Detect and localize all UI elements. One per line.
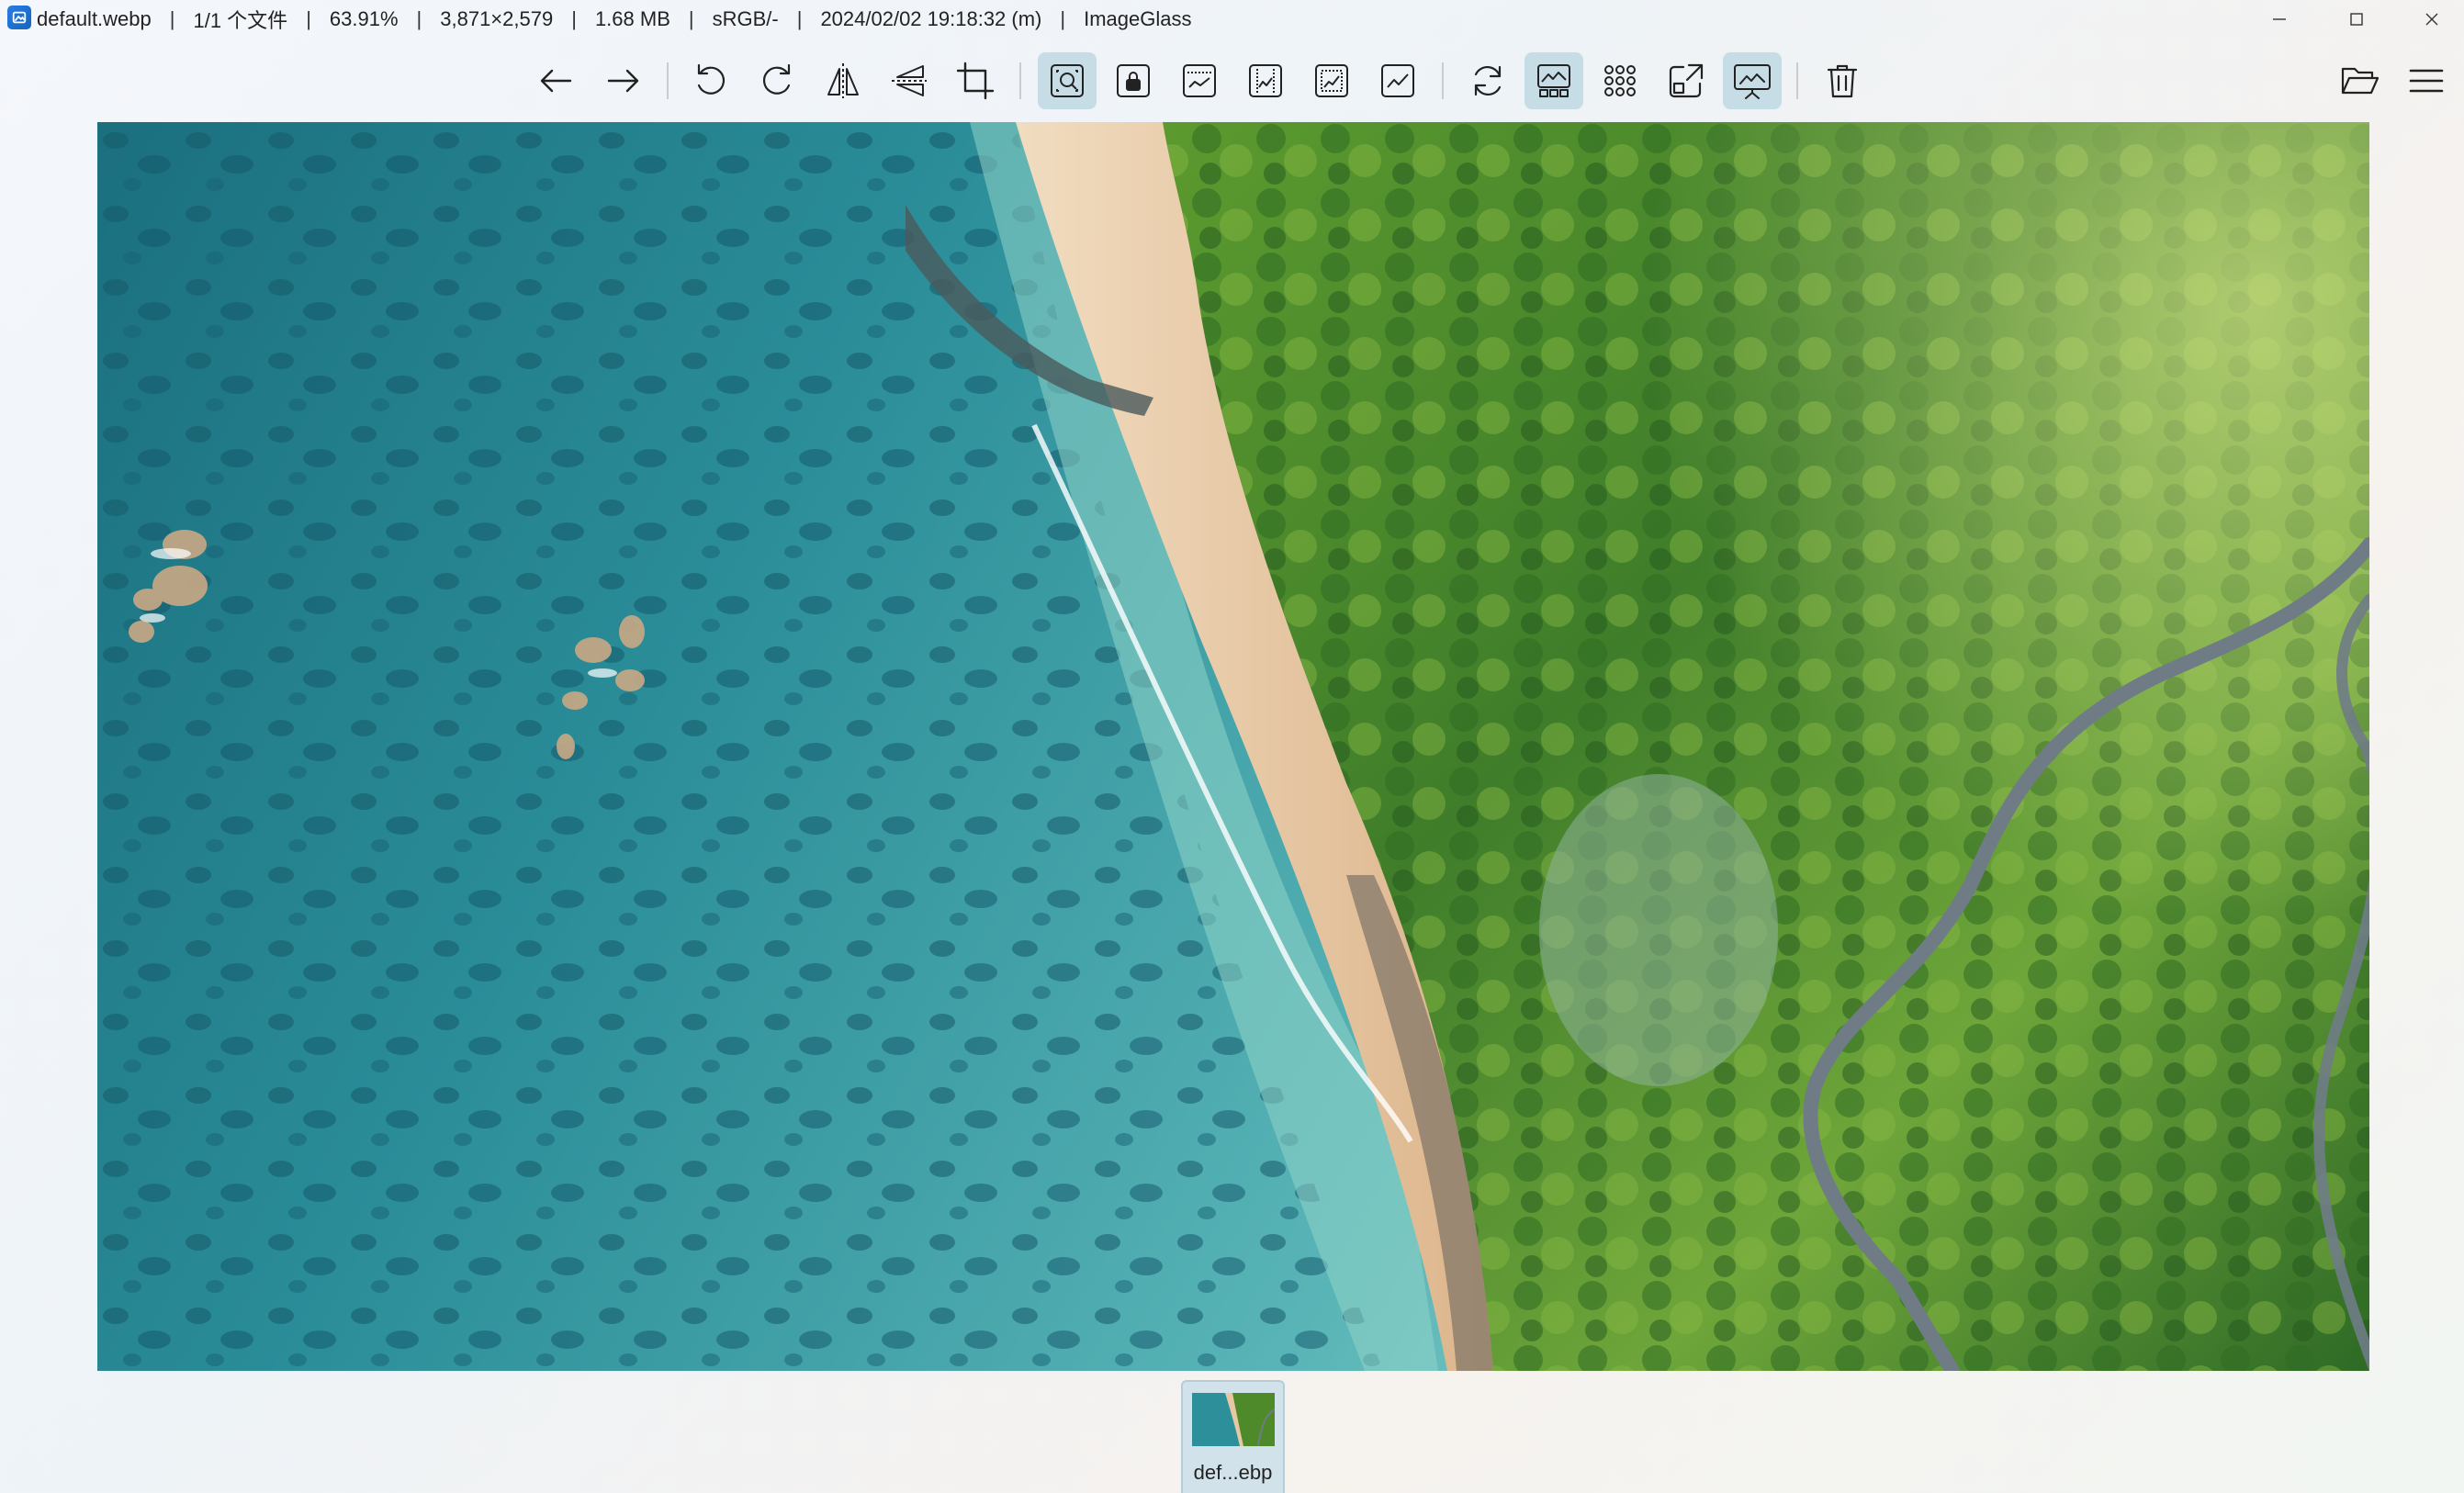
close-icon bbox=[2425, 13, 2438, 26]
toolbar-separator bbox=[1796, 62, 1798, 99]
grid-dots-icon bbox=[1604, 65, 1636, 96]
lock-zoom-button[interactable] bbox=[1104, 52, 1163, 109]
gallery-icon bbox=[1537, 64, 1570, 97]
file-datetime: 2024/02/02 19:18:32 (m) bbox=[820, 7, 1042, 30]
refresh-button[interactable] bbox=[1458, 52, 1517, 109]
slideshow-icon bbox=[1734, 64, 1771, 99]
rotate-left-button[interactable] bbox=[681, 52, 740, 109]
title-separator: | bbox=[571, 7, 577, 30]
scale-to-fill-button[interactable] bbox=[1368, 52, 1427, 109]
delete-button[interactable] bbox=[1813, 52, 1872, 109]
flip-vertical-icon bbox=[892, 65, 927, 96]
full-screen-button[interactable] bbox=[1657, 52, 1716, 109]
thumbnail-item-selected[interactable]: def...ebp bbox=[1181, 1380, 1285, 1493]
scale-to-fit-button[interactable] bbox=[1302, 52, 1361, 109]
fullscreen-icon bbox=[1669, 63, 1704, 98]
scale-width-icon bbox=[1183, 64, 1216, 97]
file-size: 1.68 MB bbox=[594, 7, 670, 30]
title-separator: | bbox=[416, 7, 422, 30]
thumbnail-image bbox=[1192, 1393, 1275, 1446]
toolbar-separator bbox=[1019, 62, 1021, 99]
flip-horizontal-icon bbox=[827, 63, 859, 98]
flip-horizontal-button[interactable] bbox=[814, 52, 872, 109]
minimize-button[interactable] bbox=[2241, 0, 2318, 39]
slideshow-button[interactable] bbox=[1723, 52, 1782, 109]
scale-to-width-button[interactable] bbox=[1170, 52, 1229, 109]
scale-fill-icon bbox=[1381, 64, 1414, 97]
title-separator: | bbox=[796, 7, 803, 30]
minimize-icon bbox=[2273, 18, 2286, 20]
gallery-button[interactable] bbox=[1525, 52, 1583, 109]
image-dimensions: 3,871×2,579 bbox=[440, 7, 554, 30]
open-file-button[interactable] bbox=[2331, 52, 2390, 109]
scale-height-icon bbox=[1249, 64, 1282, 97]
crop-icon bbox=[956, 62, 995, 100]
rotate-right-button[interactable] bbox=[748, 52, 806, 109]
zoom-level: 63.91% bbox=[329, 7, 399, 30]
main-menu-button[interactable] bbox=[2397, 52, 2456, 109]
auto-zoom-icon bbox=[1051, 64, 1084, 97]
scale-to-height-button[interactable] bbox=[1236, 52, 1295, 109]
hamburger-menu-icon bbox=[2409, 69, 2444, 93]
aerial-coast-photo bbox=[97, 122, 2369, 1371]
file-index: 1/1 个文件 bbox=[193, 9, 288, 32]
title-separator: | bbox=[1060, 7, 1066, 30]
crop-button[interactable] bbox=[946, 52, 1005, 109]
trash-icon bbox=[1827, 64, 1858, 98]
folder-open-icon bbox=[2341, 67, 2380, 95]
auto-zoom-button[interactable] bbox=[1038, 52, 1097, 109]
next-image-button[interactable] bbox=[593, 52, 652, 109]
thumbnail-label: def...ebp bbox=[1193, 1461, 1273, 1484]
lock-zoom-icon bbox=[1117, 64, 1150, 97]
title-info-bar: default.webp | 1/1 个文件 | 63.91% | 3,871×… bbox=[37, 0, 1192, 39]
image-viewer[interactable] bbox=[97, 122, 2369, 1371]
toolbar bbox=[0, 44, 2464, 118]
previous-image-button[interactable] bbox=[527, 52, 586, 109]
color-profile: sRGB/- bbox=[712, 7, 779, 30]
refresh-icon bbox=[1474, 65, 1502, 96]
maximize-button[interactable] bbox=[2318, 0, 2395, 39]
rotate-left-icon bbox=[697, 63, 726, 95]
close-button[interactable] bbox=[2393, 0, 2464, 39]
app-name: ImageGlass bbox=[1084, 7, 1192, 30]
maximize-icon bbox=[2350, 13, 2363, 26]
checkerboard-button[interactable] bbox=[1591, 52, 1649, 109]
arrow-right-icon bbox=[607, 69, 639, 93]
file-name: default.webp bbox=[37, 7, 152, 30]
app-logo-icon bbox=[7, 6, 31, 29]
flip-vertical-button[interactable] bbox=[880, 52, 939, 109]
title-separator: | bbox=[306, 7, 311, 30]
toolbar-separator bbox=[1442, 62, 1444, 99]
arrow-left-icon bbox=[540, 69, 572, 93]
title-bar: default.webp | 1/1 个文件 | 63.91% | 3,871×… bbox=[0, 0, 2464, 39]
scale-fit-icon bbox=[1315, 64, 1348, 97]
toolbar-separator bbox=[667, 62, 669, 99]
title-separator: | bbox=[169, 7, 175, 30]
title-separator: | bbox=[688, 7, 694, 30]
rotate-right-icon bbox=[762, 63, 791, 95]
